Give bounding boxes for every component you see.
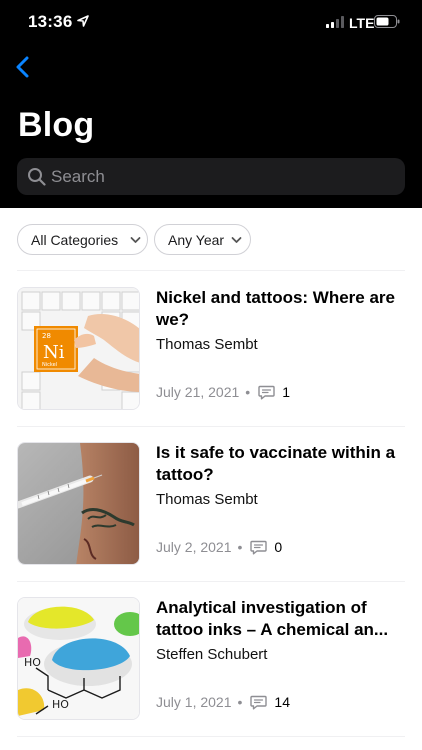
post-title: Is it safe to vaccinate within a tattoo?	[156, 443, 396, 484]
chevron-down-icon	[130, 237, 141, 243]
post-thumbnail: 28 Ni Nickel	[17, 287, 140, 410]
post-item[interactable]: 28 Ni Nickel Nickel and tattoos: Where a…	[0, 287, 422, 422]
divider	[17, 581, 405, 582]
post-title: Analytical investigation of tattoo inks …	[156, 598, 389, 639]
header: 13:36 LTE Blog Search	[0, 0, 422, 208]
search-input[interactable]: Search	[17, 158, 405, 195]
meta-separator: •	[245, 384, 251, 400]
thumb-element-name: Nickel	[42, 362, 57, 368]
post-meta: July 1, 2021 • 14	[156, 694, 290, 710]
battery-icon	[374, 15, 400, 28]
thumb-label-ho-1: HO	[24, 656, 41, 669]
meta-separator: •	[237, 539, 243, 555]
page-title: Blog	[18, 106, 95, 144]
post-author: Steffen Schubert	[156, 646, 268, 663]
post-date: July 21, 2021	[156, 384, 240, 400]
thumb-label-ho-2: HO	[52, 698, 69, 711]
filter-category-button[interactable]: All Categories	[17, 224, 148, 255]
comment-count: 0	[274, 539, 283, 555]
post-item[interactable]: HO HO Analytical investigation of tattoo…	[0, 597, 422, 732]
status-time: 13:36	[28, 12, 73, 31]
filter-year-label: Any Year	[168, 232, 225, 248]
thumb-element-number: 28	[42, 332, 51, 340]
divider	[17, 270, 405, 271]
cellular-signal-icon	[326, 16, 344, 28]
comment-icon	[250, 695, 268, 710]
meta-separator: •	[237, 694, 243, 710]
comment-count: 14	[274, 694, 290, 710]
location-arrow-icon	[77, 15, 89, 27]
post-meta: July 21, 2021 • 1	[156, 384, 290, 400]
post-thumbnail: HO HO	[17, 597, 140, 720]
divider	[17, 736, 405, 737]
post-thumbnail	[17, 442, 140, 565]
filter-year-button[interactable]: Any Year	[154, 224, 251, 255]
post-author: Thomas Sembt	[156, 491, 258, 508]
network-type: LTE	[349, 15, 375, 31]
chevron-down-icon	[231, 237, 242, 243]
post-title: Nickel and tattoos: Where are we?	[156, 288, 396, 329]
search-icon	[28, 168, 46, 186]
comment-icon	[250, 540, 268, 555]
post-date: July 1, 2021	[156, 694, 232, 710]
post-author: Thomas Sembt	[156, 336, 258, 353]
search-placeholder: Search	[51, 167, 105, 186]
comment-icon	[258, 385, 275, 400]
comment-count: 1	[282, 384, 290, 400]
divider	[17, 426, 405, 427]
back-button[interactable]	[12, 54, 34, 80]
filter-category-label: All Categories	[31, 232, 119, 248]
post-item[interactable]: Is it safe to vaccinate within a tattoo?…	[0, 442, 422, 577]
thumb-element-symbol: Ni	[43, 342, 65, 363]
status-bar: 13:36 LTE	[0, 0, 422, 44]
post-date: July 2, 2021	[156, 539, 232, 555]
post-meta: July 2, 2021 • 0	[156, 539, 282, 555]
